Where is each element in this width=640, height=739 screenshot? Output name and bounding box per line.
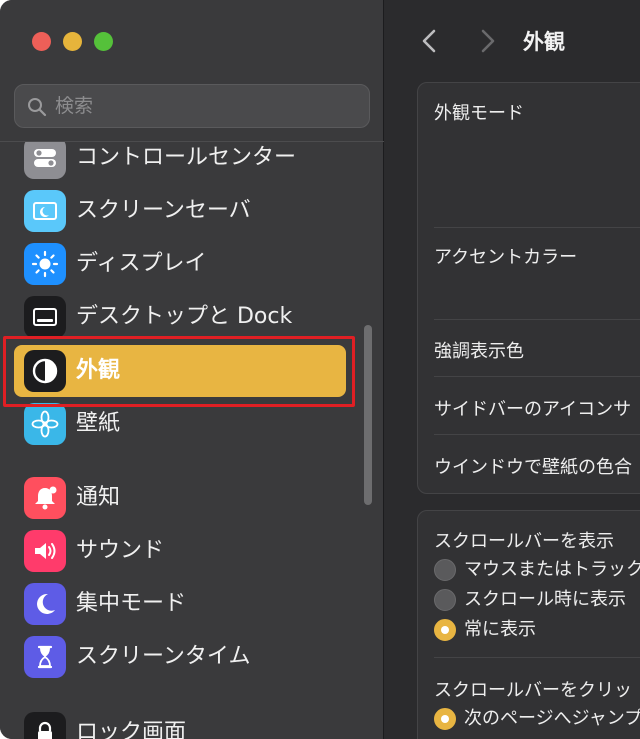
- sidebar-list: コントロールセンター スクリーンセーバ ディスプレイ デスクトップと Dock …: [0, 142, 384, 739]
- row-separator: [434, 319, 640, 320]
- wallpaper-icon: [24, 403, 66, 445]
- row-separator: [434, 227, 640, 228]
- sidebar-scrollbar[interactable]: [364, 325, 374, 505]
- sidebar-scrollbar-thumb[interactable]: [364, 325, 372, 505]
- sidebar-item-label: 通知: [76, 485, 121, 510]
- search-input[interactable]: [55, 85, 355, 127]
- close-window-button[interactable]: [32, 32, 51, 51]
- lock-screen-icon: [24, 712, 66, 739]
- sidebar-item-desktop-dock[interactable]: デスクトップと Dock: [14, 291, 346, 343]
- display-icon: [24, 243, 66, 285]
- radio-button-selected[interactable]: [434, 619, 456, 641]
- screensaver-icon: [24, 190, 66, 232]
- forward-chevron-icon[interactable]: [475, 26, 499, 56]
- sidebar-item-focus[interactable]: 集中モード: [14, 578, 346, 630]
- sidebar-item-lock-screen[interactable]: ロック画面: [14, 707, 346, 739]
- sidebar-item-label: コントロールセンター: [76, 145, 297, 170]
- click-scrollbar-label: スクロールバーをクリッ: [434, 680, 632, 701]
- sidebar-item-label: ロック画面: [76, 720, 187, 739]
- sidebar-icon-size-label: サイドバーのアイコンサ: [434, 399, 632, 420]
- sidebar-item-label: サウンド: [76, 538, 165, 563]
- sidebar-item-label: スクリーンタイム: [76, 644, 251, 669]
- focus-icon: [24, 583, 66, 625]
- main-pane: 外観 外観モード アクセントカラー 強調表示色 サイドバーのアイコンサ ウインド…: [385, 0, 640, 739]
- sidebar-item-label: スクリーンセーバ: [76, 198, 251, 223]
- search-field[interactable]: [14, 84, 370, 128]
- sidebar-item-label: 集中モード: [76, 591, 187, 616]
- appearance-icon: [24, 350, 66, 392]
- radio-button-selected[interactable]: [434, 708, 456, 730]
- sidebar-item-label: デスクトップと Dock: [76, 304, 293, 329]
- desktop-dock-icon: [24, 296, 66, 338]
- sidebar-item-control-center[interactable]: コントロールセンター: [14, 142, 346, 184]
- appearance-settings-panel: 外観モード アクセントカラー 強調表示色 サイドバーのアイコンサ ウインドウで壁…: [417, 82, 640, 494]
- show-scrollbars-label: スクロールバーを表示: [434, 531, 614, 552]
- minimize-window-button[interactable]: [63, 32, 82, 51]
- settings-window: コントロールセンター スクリーンセーバ: [0, 0, 640, 739]
- screen-time-icon: [24, 636, 66, 678]
- row-separator: [434, 657, 640, 658]
- sidebar-item-appearance[interactable]: 外観: [14, 345, 346, 397]
- sidebar-item-display[interactable]: ディスプレイ: [14, 238, 346, 290]
- sidebar-item-label: 壁紙: [76, 411, 121, 436]
- wallpaper-tint-label: ウインドウで壁紙の色合: [434, 457, 632, 478]
- scrollbar-settings-panel: スクロールバーを表示 マウスまたはトラック スクロール時に表示 常に表示 スクロ…: [417, 510, 640, 739]
- radio-label: 常に表示: [464, 619, 536, 640]
- sidebar-item-label: 外観: [76, 358, 121, 383]
- sidebar: コントロールセンター スクリーンセーバ: [0, 0, 384, 739]
- radio-label: マウスまたはトラック: [464, 559, 640, 580]
- appearance-mode-label: 外観モード: [434, 103, 524, 124]
- row-separator: [434, 376, 640, 377]
- radio-button[interactable]: [434, 559, 456, 581]
- search-icon: [28, 98, 47, 117]
- sidebar-item-wallpaper[interactable]: 壁紙: [14, 398, 346, 450]
- sidebar-item-label: ディスプレイ: [76, 251, 207, 276]
- row-separator: [434, 434, 640, 435]
- sidebar-item-screensaver[interactable]: スクリーンセーバ: [14, 185, 346, 237]
- page-title: 外観: [523, 30, 565, 54]
- back-chevron-icon[interactable]: [418, 26, 442, 56]
- highlight-color-label: 強調表示色: [434, 341, 524, 362]
- sidebar-item-notifications[interactable]: 通知: [14, 472, 346, 524]
- accent-color-label: アクセントカラー: [434, 247, 578, 268]
- sidebar-item-screen-time[interactable]: スクリーンタイム: [14, 631, 346, 683]
- control-center-icon: [24, 142, 66, 179]
- sidebar-item-sound[interactable]: サウンド: [14, 525, 346, 577]
- zoom-window-button[interactable]: [94, 32, 113, 51]
- sound-icon: [24, 530, 66, 572]
- radio-label: 次のページへジャンプ: [464, 708, 640, 729]
- radio-label: スクロール時に表示: [464, 589, 626, 610]
- radio-button[interactable]: [434, 589, 456, 611]
- notifications-icon: [24, 477, 66, 519]
